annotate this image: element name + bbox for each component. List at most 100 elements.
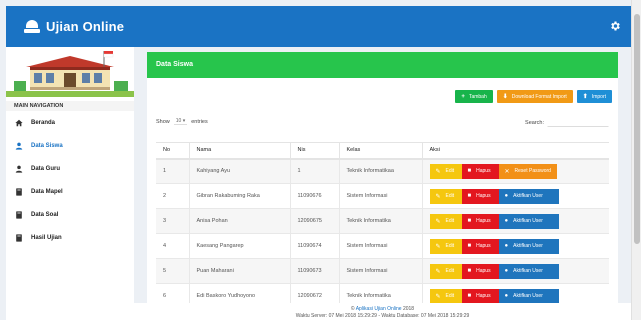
page-scrollbar[interactable] [631, 0, 641, 320]
hapus-label: Hapus [476, 193, 491, 199]
cell-aksi: ✎ Edit ■ Hapus ● Aktifkan User [421, 183, 609, 209]
cell-kelas: Teknik Informatikaa [338, 158, 422, 184]
hapus-label: Hapus [476, 168, 491, 175]
cell-nis: 11090674 [289, 233, 339, 259]
hapus-button[interactable]: ■ Hapus [461, 288, 499, 304]
reset-password-button[interactable]: ✕ Reset Password [498, 163, 557, 179]
cell-aksi: ✎ Edit ■ Hapus ● Aktifkan User [421, 233, 609, 259]
entries-select[interactable]: 10 ▾ [173, 118, 188, 125]
hapus-label: Hapus [476, 268, 491, 274]
cell-nama: Gibran Rakabuming Raka [188, 183, 290, 209]
cell-no: 1 [156, 158, 189, 184]
show-label: Show [156, 118, 170, 125]
sidebar-item-beranda[interactable]: Beranda [6, 111, 134, 134]
app-link[interactable]: Aplikasi Ujian Online [356, 306, 402, 312]
aktifkan-user-button[interactable]: ● Aktifkan User [498, 238, 559, 254]
cell-kelas: Sistem Informasi [338, 183, 422, 209]
edit-button[interactable]: ✎ Edit [429, 188, 462, 204]
aktifkan-user-button[interactable]: ● Aktifkan User [498, 213, 559, 229]
search-label: Search: [525, 119, 544, 126]
gear-icon[interactable] [609, 20, 621, 32]
pencil-icon: ✎ [435, 293, 441, 300]
cell-aksi: ✎ Edit ■ Hapus ● Aktifkan User [421, 258, 609, 284]
download-label: Download Format Import [511, 93, 567, 100]
hapus-button[interactable]: ■ Hapus [461, 188, 499, 204]
cell-nama: Kaesang Pangarep [188, 233, 290, 259]
trash-icon: ■ [467, 268, 472, 274]
user-icon: ● [504, 293, 509, 299]
plus-icon: + [461, 93, 465, 100]
cell-nama: Anisa Pohan [188, 208, 290, 234]
chevron-down-icon: ▾ [182, 118, 186, 124]
sidebar-item-data-soal[interactable]: Data Soal [6, 203, 134, 226]
trash-icon: ■ [467, 218, 472, 224]
tambah-button[interactable]: + Tambah [455, 90, 493, 103]
scrollbar-thumb[interactable] [634, 14, 640, 244]
tambah-label: Tambah [468, 93, 487, 100]
copyright-year: 2018 [401, 306, 415, 312]
column-header-no[interactable]: No [156, 142, 189, 160]
hapus-button[interactable]: ■ Hapus [461, 163, 499, 179]
table-header-row: No Nama Nis Kelas Aksi [156, 142, 609, 160]
brand[interactable]: Ujian Online [6, 19, 124, 34]
column-header-nis[interactable]: Nis [289, 142, 339, 160]
shuffle-icon: ✕ [504, 168, 510, 175]
search-input[interactable] [547, 118, 609, 127]
table-row: 5 Puan Maharani 11090673 Sistem Informas… [156, 258, 609, 284]
graduation-cap-icon [24, 19, 40, 34]
edit-label: Edit [445, 243, 455, 249]
sidebar-item-label: Data Guru [31, 165, 61, 172]
aktifkan-user-button[interactable]: ● Aktifkan User [498, 188, 559, 204]
reset-password-label: Reset Password [514, 168, 551, 175]
column-header-kelas[interactable]: Kelas [338, 142, 422, 160]
table-controls: Show 10 ▾ entries Search: [156, 116, 609, 127]
user-icon: ● [504, 268, 509, 274]
column-header-aksi[interactable]: Aksi [421, 142, 609, 160]
top-header: Ujian Online [6, 6, 631, 47]
hapus-button[interactable]: ■ Hapus [461, 213, 499, 229]
toolbar: + Tambah ⬇ Download Format Import ⬆ Impo… [455, 90, 612, 103]
aktifkan-user-button[interactable]: ● Aktifkan User [498, 263, 559, 279]
pencil-icon: ✎ [435, 243, 441, 250]
hapus-label: Hapus [476, 243, 491, 249]
edit-label: Edit [445, 268, 455, 274]
footer: © Aplikasi Ujian Online 2018 Waktu Serve… [134, 303, 631, 320]
book-icon [16, 187, 22, 196]
edit-button[interactable]: ✎ Edit [429, 238, 462, 254]
edit-label: Edit [445, 193, 455, 199]
sidebar-item-data-mapel[interactable]: Data Mapel [6, 180, 134, 203]
aktifkan-user-button[interactable]: ● Aktifkan User [498, 288, 559, 304]
sidebar-item-hasil-ujian[interactable]: Hasil Ujian [6, 226, 134, 249]
edit-button[interactable]: ✎ Edit [429, 288, 462, 304]
pencil-icon: ✎ [435, 218, 441, 225]
table-row: 4 Kaesang Pangarep 11090674 Sistem Infor… [156, 233, 609, 259]
siswa-table: No Nama Nis Kelas Aksi 1 Kahiyang Ayu 1 … [156, 142, 609, 309]
cell-no: 3 [156, 208, 189, 234]
hapus-button[interactable]: ■ Hapus [461, 238, 499, 254]
entries-value: 10 [175, 118, 182, 124]
edit-button[interactable]: ✎ Edit [429, 213, 462, 229]
aktifkan-user-label: Aktifkan User [513, 293, 543, 299]
nav-header: MAIN NAVIGATION [6, 101, 134, 111]
cell-nis: 11090673 [289, 258, 339, 284]
import-button[interactable]: ⬆ Import [576, 90, 612, 103]
hapus-button[interactable]: ■ Hapus [461, 263, 499, 279]
cell-kelas: Teknik Informatika [338, 208, 422, 234]
column-header-nama[interactable]: Nama [188, 142, 290, 160]
table-row: 2 Gibran Rakabuming Raka 11090676 Sistem… [156, 183, 609, 209]
download-icon: ⬇ [502, 94, 508, 100]
hapus-label: Hapus [476, 218, 491, 224]
user-icon: ● [504, 243, 509, 249]
download-format-button[interactable]: ⬇ Download Format Import [496, 90, 573, 103]
sidebar-item-data-guru[interactable]: Data Guru [6, 157, 134, 180]
edit-button[interactable]: ✎ Edit [429, 263, 462, 279]
cell-nis: 1 [289, 158, 339, 184]
search-box: Search: [525, 118, 609, 127]
entries-label: entries [191, 118, 208, 125]
pencil-icon: ✎ [435, 193, 441, 200]
edit-button[interactable]: ✎ Edit [429, 163, 462, 179]
data-siswa-panel: Data Siswa + Tambah ⬇ Download Format Im… [147, 52, 618, 309]
cell-aksi: ✎ Edit ■ Hapus ● Aktifkan User [421, 208, 609, 234]
sidebar-item-data-siswa[interactable]: Data Siswa [6, 134, 134, 157]
upload-icon: ⬆ [582, 94, 588, 100]
